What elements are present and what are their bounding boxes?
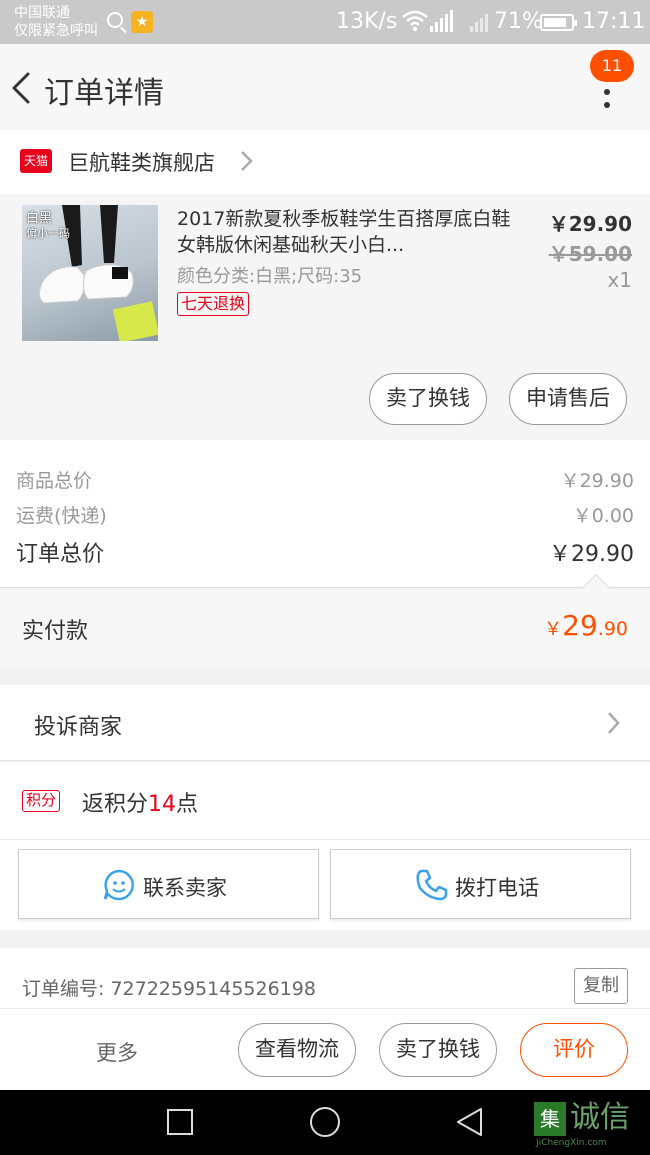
paid-value: ￥29.90 [544, 609, 628, 642]
order-total-value: ￥29.90 [549, 542, 634, 567]
points-number: 14 [148, 792, 177, 817]
complaint-label: 投诉商家 [34, 715, 123, 740]
points-text: 返积分14点 [82, 786, 198, 818]
shipping-row: 运费(快递) ￥0.00 [16, 501, 634, 528]
watermark-box: 集 [534, 1102, 566, 1136]
return-policy-tag: 七天退换 [177, 292, 250, 316]
chevron-right-icon [604, 711, 622, 735]
chat-icon [103, 869, 135, 901]
contact-seller-button[interactable]: 联系卖家 [18, 849, 319, 919]
tmall-logo: 天猫 [20, 149, 52, 173]
points-suffix: 点 [176, 792, 199, 817]
goods-total-row: 商品总价 ￥29.90 [16, 466, 634, 493]
goods-total-label: 商品总价 [16, 470, 93, 492]
chevron-right-icon [236, 150, 256, 172]
contact-area: 联系卖家 拨打电话 [0, 840, 650, 930]
more-button[interactable]: 更多 [96, 1037, 138, 1067]
view-logistics-button[interactable]: 查看物流 [238, 1023, 356, 1077]
product-price: ￥29.90 [548, 212, 632, 236]
store-row[interactable]: 天猫 巨航鞋类旗舰店 [0, 130, 650, 194]
phone-icon [415, 868, 449, 902]
goods-total-value: ￥29.90 [560, 470, 634, 492]
product-title[interactable]: 2017新款夏秋季板鞋学生百搭厚底白鞋女韩版休闲基础秋天小白... [177, 206, 513, 258]
wifi-icon [402, 10, 428, 37]
battery-icon [540, 14, 577, 31]
call-label: 拨打电话 [455, 876, 539, 900]
price-summary: 商品总价 ￥29.90 运费(快递) ￥0.00 订单总价 ￥29.90 [0, 440, 650, 588]
carrier-line1: 中国联通 [14, 5, 70, 21]
product-image[interactable]: 白黑 偏小一码 [22, 205, 158, 341]
original-price: ￥59.00 [548, 242, 632, 266]
order-number-row: 订单编号: 72722595145526198 复制 [0, 948, 650, 1008]
sell-for-cash-button[interactable]: 卖了换钱 [369, 373, 487, 425]
shipping-label: 运费(快递) [16, 505, 107, 527]
status-bar: 中国联通 仅限紧急呼叫 ★ 13K/s 71% 17:11 [0, 0, 650, 44]
battery-percent: 71% [494, 9, 543, 34]
store-name: 巨航鞋类旗舰店 [68, 151, 215, 175]
paid-integer: 29 [562, 609, 598, 642]
paid-amount-row: 实付款 ￥29.90 [0, 589, 650, 667]
order-total-row: 订单总价 ￥29.90 [16, 536, 634, 568]
product-quantity: x1 [607, 268, 632, 292]
watermark-sub: JiChengXin.com [536, 1138, 607, 1148]
points-tag: 积分 [22, 790, 61, 812]
signal-icon-2 [470, 10, 488, 32]
image-tag: 白黑 [26, 211, 53, 226]
page-title: 订单详情 [44, 76, 164, 111]
search-icon [107, 12, 123, 28]
points-row: 积分 返积分14点 [0, 762, 650, 840]
product-item[interactable]: 白黑 偏小一码 2017新款夏秋季板鞋学生百搭厚底白鞋女韩版休闲基础秋天小白..… [0, 194, 650, 440]
copy-button[interactable]: 复制 [574, 968, 628, 1004]
network-speed: 13K/s [336, 9, 398, 34]
nav-back-icon[interactable] [454, 1106, 484, 1138]
sell-for-cash-button-bottom[interactable]: 卖了换钱 [379, 1023, 497, 1077]
carrier-text: 中国联通 仅限紧急呼叫 [14, 4, 98, 40]
paid-decimal: .90 [597, 618, 628, 640]
shipping-value: ￥0.00 [572, 505, 634, 527]
watermark-logo: 集 诚信 JiChengXin.com [532, 1094, 650, 1152]
complaint-row[interactable]: 投诉商家 [0, 685, 650, 761]
paid-label: 实付款 [22, 619, 89, 644]
app-header: 订单详情 11 [0, 44, 650, 130]
image-tag-2: 偏小一码 [26, 227, 70, 240]
after-sale-button[interactable]: 申请售后 [509, 373, 627, 425]
message-badge: 11 [590, 50, 634, 82]
points-prefix: 返积分 [82, 792, 149, 817]
recent-apps-icon[interactable] [167, 1109, 193, 1135]
carrier-line2: 仅限紧急呼叫 [14, 23, 98, 39]
watermark-text: 诚信 [570, 1100, 630, 1135]
call-button[interactable]: 拨打电话 [330, 849, 631, 919]
signal-icon [430, 10, 453, 32]
order-number: 订单编号: 72722595145526198 [22, 978, 316, 1000]
order-total-label: 订单总价 [16, 542, 105, 567]
bottom-action-bar: 更多 查看物流 卖了换钱 评价 [0, 1008, 650, 1090]
system-nav-bar: 集 诚信 JiChengXin.com [0, 1090, 650, 1155]
review-button[interactable]: 评价 [520, 1023, 628, 1077]
back-arrow-icon[interactable] [10, 72, 34, 104]
contact-seller-label: 联系卖家 [143, 876, 227, 900]
product-sku: 颜色分类:白黑;尺码:35 [177, 266, 363, 287]
clock: 17:11 [582, 9, 646, 34]
home-icon[interactable] [310, 1107, 340, 1137]
star-app-icon: ★ [131, 11, 153, 33]
paid-currency: ￥ [544, 619, 563, 640]
